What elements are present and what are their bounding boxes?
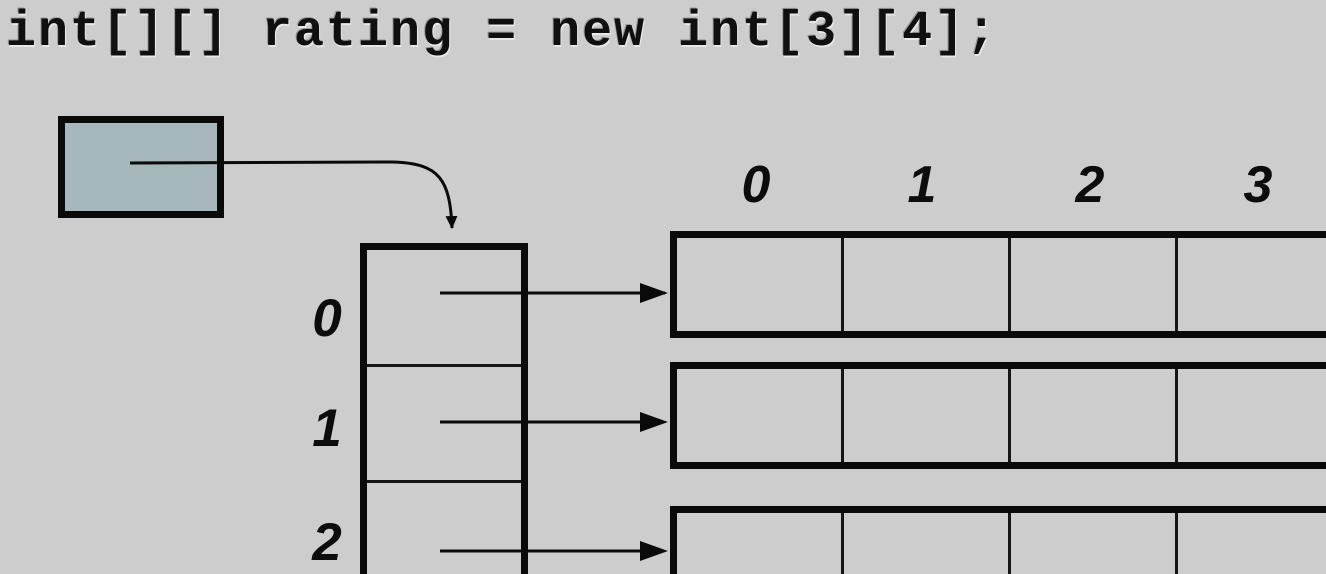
row-2-cell-0 — [677, 513, 844, 574]
row-0-cell-3 — [1178, 238, 1326, 331]
column-header-3: 3 — [1243, 156, 1273, 214]
column-header-0: 0 — [741, 156, 771, 214]
outer-cell-2-arrowhead — [640, 541, 668, 561]
row-0-cell-2 — [1011, 238, 1178, 331]
row-index-label-1: 1 — [312, 399, 342, 458]
column-header-1: 1 — [907, 156, 937, 214]
outer-array-cell-1 — [367, 367, 521, 483]
outer-cell-1-arrowhead — [640, 412, 668, 432]
outer-cell-0-arrowhead — [640, 283, 668, 303]
row-1-cell-3 — [1178, 369, 1326, 462]
column-header-2: 2 — [1075, 156, 1105, 214]
outer-array — [360, 243, 528, 574]
outer-array-cell-2 — [367, 483, 521, 574]
row-2-cell-1 — [844, 513, 1011, 574]
row-array-0 — [670, 231, 1326, 338]
row-1-cell-1 — [844, 369, 1011, 462]
row-2-cell-2 — [1011, 513, 1178, 574]
diagram-canvas: int[][] rating = new int[3][4]; 0 1 2 3 … — [0, 0, 1326, 574]
row-0-cell-0 — [677, 238, 844, 331]
row-1-cell-2 — [1011, 369, 1178, 462]
page-title: int[][] rating = new int[3][4]; — [6, 4, 999, 61]
row-1-cell-0 — [677, 369, 844, 462]
row-0-cell-1 — [844, 238, 1011, 331]
outer-array-cell-0 — [367, 250, 521, 367]
row-array-2 — [670, 506, 1326, 574]
row-index-label-2: 2 — [312, 513, 342, 572]
array-reference-box — [58, 116, 224, 218]
row-2-cell-3 — [1178, 513, 1326, 574]
row-array-1 — [670, 362, 1326, 469]
row-index-label-0: 0 — [312, 289, 342, 348]
